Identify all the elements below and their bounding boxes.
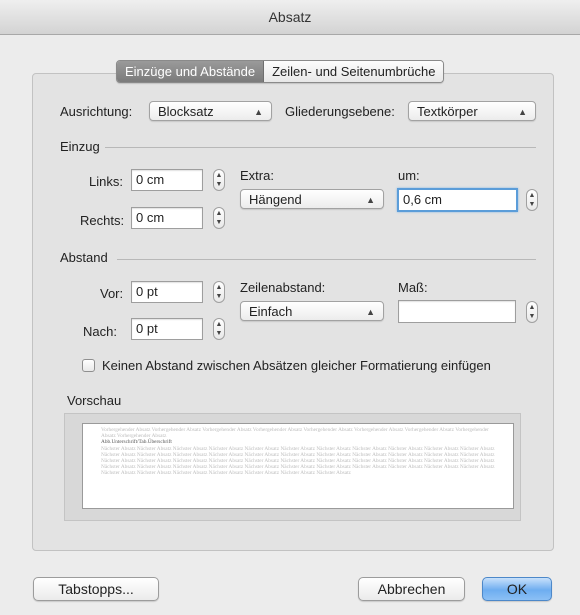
indent-divider	[105, 147, 536, 148]
alignment-value: Blocksatz	[158, 104, 214, 119]
window-titlebar: Absatz	[0, 0, 580, 35]
window-title: Absatz	[268, 9, 312, 25]
tab-indents-spacing[interactable]: Einzüge und Abstände	[117, 61, 265, 82]
stepper-arrows-icon[interactable]: ▲ ▼	[213, 318, 225, 340]
indent-right-label: Rechts:	[80, 213, 125, 228]
line-spacing-label: Zeilenabstand:	[240, 280, 326, 295]
stepper-arrows-icon[interactable]: ▲ ▼	[213, 169, 225, 191]
line-spacing-at-label: Maß:	[398, 280, 428, 295]
indent-by-input[interactable]: 0,6 cm	[397, 188, 518, 212]
updown-chevrons-icon: ▲	[254, 107, 263, 117]
cancel-button[interactable]: Abbrechen	[358, 577, 465, 601]
spacing-divider	[117, 259, 536, 260]
no-space-checkbox[interactable]	[82, 359, 95, 372]
spacing-heading: Abstand	[60, 250, 108, 265]
tab-bar: Einzüge und Abstände Zeilen- und Seitenu…	[116, 60, 445, 83]
alignment-label: Ausrichtung:	[60, 104, 133, 119]
indent-heading: Einzug	[60, 139, 100, 154]
line-spacing-at-input[interactable]	[398, 300, 516, 323]
spacing-before-label: Vor:	[100, 286, 124, 301]
preview-heading: Vorschau	[67, 393, 122, 408]
ok-button[interactable]: OK	[482, 577, 552, 601]
stepper-arrows-icon[interactable]: ▲ ▼	[213, 281, 225, 303]
special-indent-select[interactable]: Hängend ▲	[240, 189, 384, 209]
updown-chevrons-icon: ▲	[518, 107, 527, 117]
no-space-checkbox-label: Keinen Abstand zwischen Absätzen gleiche…	[102, 358, 491, 373]
spacing-after-label: Nach:	[83, 324, 117, 339]
preview-previous-paragraph: Vorhergehender Absatz Vorhergehender Abs…	[101, 427, 489, 440]
indent-left-label: Links:	[89, 174, 123, 189]
updown-chevrons-icon: ▲	[366, 307, 375, 317]
outline-level-label: Gliederungsebene:	[285, 104, 395, 119]
outline-level-select[interactable]: Textkörper ▲	[408, 101, 536, 121]
indent-left-input[interactable]: 0 cm	[131, 169, 203, 191]
stepper-arrows-icon[interactable]: ▲ ▼	[213, 207, 225, 229]
indent-by-label: um:	[398, 168, 420, 183]
stepper-arrows-icon[interactable]: ▲ ▼	[526, 301, 538, 323]
line-spacing-select[interactable]: Einfach ▲	[240, 301, 384, 321]
preview-page: Vorhergehender Absatz Vorhergehender Abs…	[82, 423, 514, 509]
alignment-select[interactable]: Blocksatz ▲	[149, 101, 272, 121]
tabs-button[interactable]: Tabstopps...	[33, 577, 159, 601]
special-indent-label: Extra:	[240, 168, 274, 183]
outline-level-value: Textkörper	[417, 104, 478, 119]
indent-right-input[interactable]: 0 cm	[131, 207, 203, 229]
line-spacing-value: Einfach	[249, 304, 293, 319]
preview-next-paragraph: Nächster Absatz Nächster Absatz Nächster…	[101, 445, 495, 477]
stepper-arrows-icon[interactable]: ▲ ▼	[526, 189, 538, 211]
spacing-after-input[interactable]: 0 pt	[131, 318, 203, 340]
updown-chevrons-icon: ▲	[366, 195, 375, 205]
tab-line-page-breaks[interactable]: Zeilen- und Seitenumbrüche	[264, 61, 444, 82]
special-indent-value: Hängend	[249, 192, 302, 207]
spacing-before-input[interactable]: 0 pt	[131, 281, 203, 303]
